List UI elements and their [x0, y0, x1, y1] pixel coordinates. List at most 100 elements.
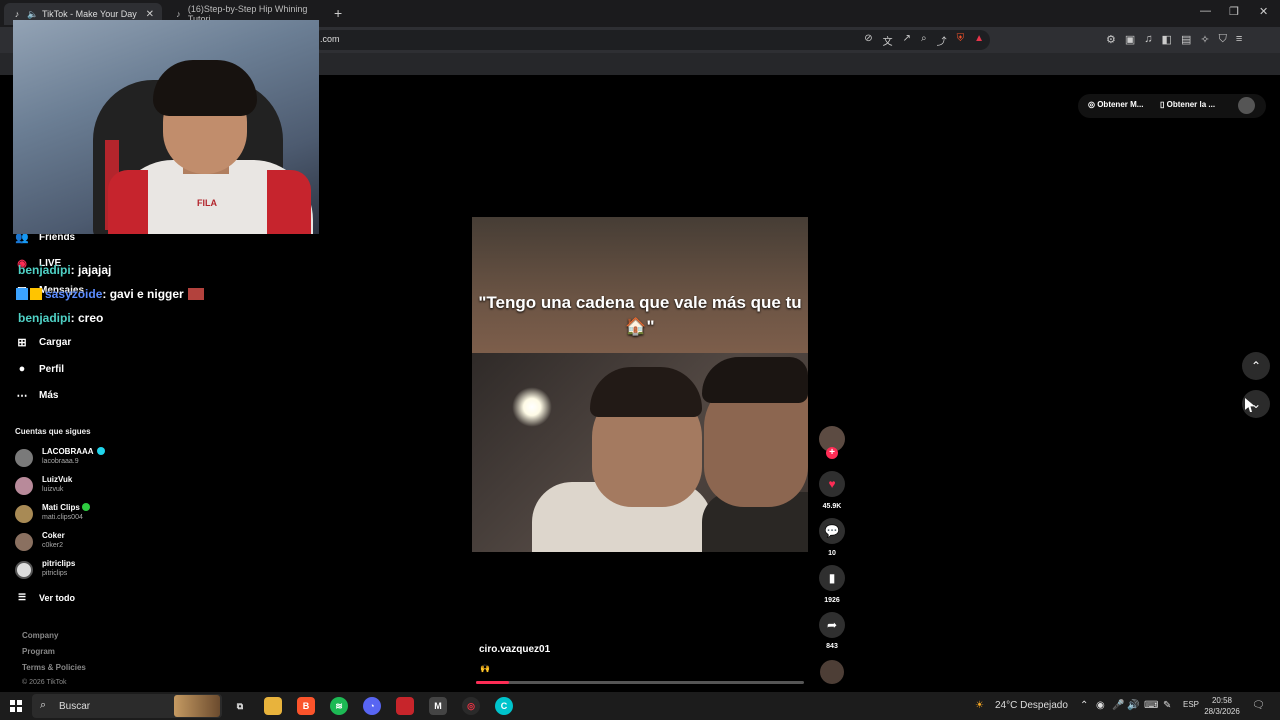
more-icon: ⋯ — [16, 390, 28, 402]
zoom-icon[interactable]: ⌕ — [921, 33, 927, 48]
footer-terms-link[interactable]: Terms & Policies — [22, 663, 86, 672]
sleeve-shape — [267, 170, 311, 234]
sub-badge-icon — [16, 288, 28, 300]
notifications-icon[interactable]: 🗨 — [1252, 700, 1265, 711]
language-indicator[interactable]: ESP — [1183, 700, 1199, 709]
account-handle: luizvuk — [42, 486, 64, 493]
video-editor-icon[interactable] — [396, 697, 414, 715]
see-all-label: Ver todo — [39, 592, 76, 603]
footer-program-link[interactable]: Program — [22, 647, 55, 656]
copyright-text: © 2026 TikTok — [22, 679, 67, 686]
emote-icon — [187, 288, 204, 300]
weather-text[interactable]: 24°C Despejado — [995, 700, 1068, 711]
account-name: LuizVuk — [42, 475, 73, 484]
app-icon[interactable]: M — [429, 697, 447, 715]
new-tab-button[interactable]: + — [334, 5, 342, 21]
volume-icon[interactable]: 🔊 — [1127, 700, 1139, 711]
video-progress-bar[interactable] — [476, 681, 804, 684]
restore-icon[interactable]: ❐ — [1229, 5, 1239, 18]
network-icon[interactable]: ⌨ — [1144, 700, 1158, 711]
sidebar-item-label: Perfil — [39, 363, 65, 375]
upload-icon: ⊞ — [17, 337, 27, 349]
following-section-title: Cuentas que sigues — [15, 427, 91, 436]
video-author[interactable]: ciro.vazquez01 — [479, 644, 550, 655]
taskbar-search[interactable]: ⌕ Buscar — [32, 694, 222, 718]
url-text: .com — [320, 34, 340, 44]
brave-browser-icon[interactable]: B — [297, 697, 315, 715]
open-external-icon[interactable]: ↗ — [903, 33, 911, 48]
account-handle: lacobraaa.9 — [42, 458, 79, 465]
tiktok-favicon-icon: ♪ — [14, 9, 20, 19]
taskbar-clock[interactable]: 20:58 28/3/2026 — [1204, 695, 1240, 717]
music-disc-avatar[interactable] — [820, 660, 844, 684]
account-handle: mati.clips004 — [42, 514, 83, 521]
music-icon[interactable]: ♫ — [1144, 33, 1152, 46]
avatar — [15, 449, 33, 467]
avatar — [15, 477, 33, 495]
avatar — [15, 505, 33, 523]
translate-icon[interactable]: 文 — [883, 33, 893, 48]
follow-plus-icon[interactable]: + — [826, 447, 838, 459]
brave-shield-icon[interactable]: ⛨ — [957, 33, 965, 48]
like-button[interactable]: ♥ — [819, 471, 845, 497]
followed-account[interactable]: Coker c0ker2 — [15, 530, 135, 556]
comment-button[interactable]: 💬 — [819, 518, 845, 544]
wallet-icon[interactable]: ▤ — [1181, 33, 1191, 46]
screenshot-icon[interactable]: ▣ — [1125, 33, 1135, 46]
spotify-icon[interactable]: ≋ — [330, 697, 348, 715]
close-window-icon[interactable]: ✕ — [1259, 5, 1268, 18]
sidebar-item-profile[interactable]: ● Perfil — [15, 363, 64, 375]
chevron-up-icon: ⌃ — [1250, 359, 1262, 373]
file-explorer-icon[interactable] — [264, 697, 282, 715]
vpn-icon[interactable]: ⛉ — [1219, 33, 1227, 46]
discord-icon[interactable]: ◔ — [363, 697, 381, 715]
menu-icon[interactable]: ≡ — [1236, 33, 1242, 46]
address-bar[interactable]: .com ⊘ 文 ↗ ⌕ ⤴ ⛨ ▲ — [312, 30, 990, 50]
task-view-icon[interactable]: ⧉ — [231, 697, 249, 715]
sidebar-item-upload[interactable]: ⊞ Cargar — [15, 336, 71, 349]
followed-account[interactable]: Mati Clips mati.clips004 — [15, 502, 135, 528]
account-name: LACOBRAAA — [42, 447, 105, 456]
tab-title: TikTok - Make Your Day — [42, 9, 137, 19]
get-app-button[interactable]: ▯ Obtener la ... — [1160, 100, 1215, 109]
obs-icon[interactable]: ◎ — [462, 697, 480, 715]
leo-ai-icon[interactable]: ✧ — [1200, 33, 1209, 46]
user-avatar[interactable] — [1238, 97, 1255, 114]
followed-account[interactable]: LuizVuk luizvuk — [15, 474, 135, 500]
microphone-icon[interactable]: 🎤 — [1112, 700, 1124, 711]
account-handle: c0ker2 — [42, 542, 64, 549]
close-tab-icon[interactable]: ✕ — [146, 9, 154, 20]
save-button[interactable]: ▮ — [819, 565, 845, 591]
person-hair — [702, 357, 808, 403]
get-coins-button[interactable]: ◎ Obtener M... — [1088, 100, 1143, 109]
canva-icon[interactable]: C — [495, 697, 513, 715]
brave-rewards-icon[interactable]: ▲ — [974, 33, 984, 48]
followed-account[interactable]: LACOBRAAA lacobraaa.9 — [15, 446, 135, 472]
webcam-overlay: FILA — [13, 20, 319, 234]
pen-icon[interactable]: ✎ — [1163, 700, 1171, 711]
minimize-icon[interactable]: — — [1200, 5, 1211, 17]
footer-company-link[interactable]: Company — [22, 631, 58, 640]
comment-icon: 💬 — [824, 524, 840, 538]
share-button[interactable]: ➦ — [819, 612, 845, 638]
followed-account[interactable]: pitriclips pitriclips — [15, 558, 135, 584]
chat-username: sasyzoide — [45, 287, 103, 301]
tiktok-favicon-icon: ♪ — [176, 9, 181, 19]
record-icon[interactable]: ◉ — [1096, 700, 1105, 711]
video-player[interactable]: "Tengo una cadena que vale más que tu 🏠" — [472, 217, 808, 552]
sidebar-item-label: Cargar — [39, 337, 72, 348]
sidebar-item-more[interactable]: ⋯ Más — [15, 389, 59, 402]
share-icon[interactable]: ⤴ — [937, 33, 947, 48]
no-tracking-icon[interactable]: ⊘ — [864, 33, 872, 48]
shirt-logo: FILA — [197, 198, 217, 208]
video-caption: "Tengo una cadena que vale más que tu 🏠" — [478, 293, 802, 336]
windows-start-icon[interactable] — [10, 700, 22, 712]
see-all-link[interactable]: ☰ Ver todo — [15, 592, 75, 603]
account-handle: pitriclips — [42, 570, 68, 577]
tray-chevron-icon[interactable]: ⌃ — [1080, 700, 1088, 711]
previous-video-button[interactable]: ⌃ — [1242, 352, 1270, 380]
sidebar-toggle-icon[interactable]: ◧ — [1162, 33, 1172, 46]
extensions-icon[interactable]: ⚙ — [1106, 33, 1116, 46]
chat-message: benjadipi: jajajaj — [18, 263, 111, 277]
clock-time: 20:58 — [1211, 696, 1233, 705]
